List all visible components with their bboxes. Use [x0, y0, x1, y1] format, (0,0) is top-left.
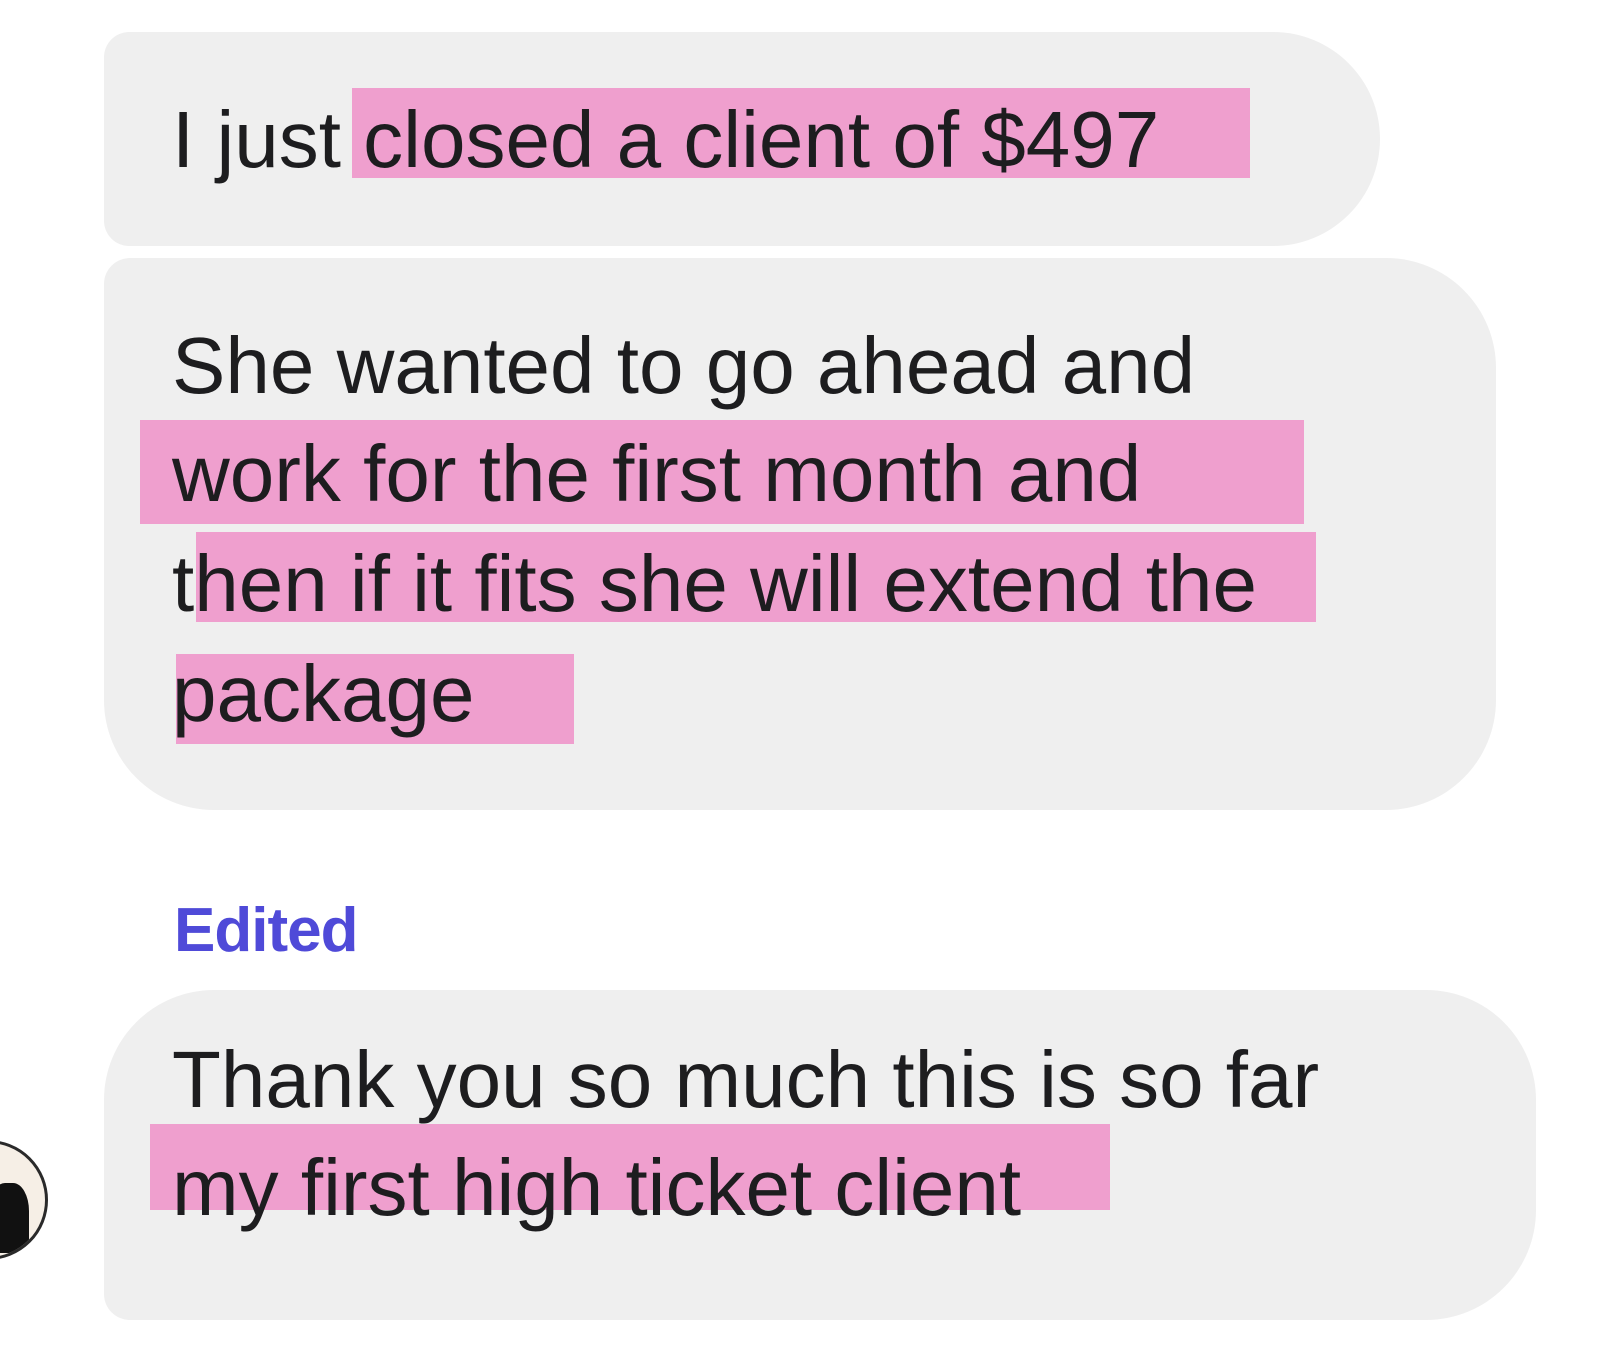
message-text-line: then if it fits she will extend the — [172, 539, 1257, 628]
message-text-line: work for the first month and — [172, 429, 1142, 518]
message-text-line: Thank you so much this is so far — [172, 1035, 1320, 1124]
sender-avatar[interactable] — [0, 1140, 48, 1260]
message-text-line: my first high ticket client — [172, 1143, 1022, 1232]
edited-label[interactable]: Edited — [174, 900, 358, 962]
message-text-line: I just closed a client of $497 — [172, 95, 1160, 184]
message-text-line: package — [172, 649, 475, 738]
message-text-line: She wanted to go ahead and — [172, 321, 1196, 410]
